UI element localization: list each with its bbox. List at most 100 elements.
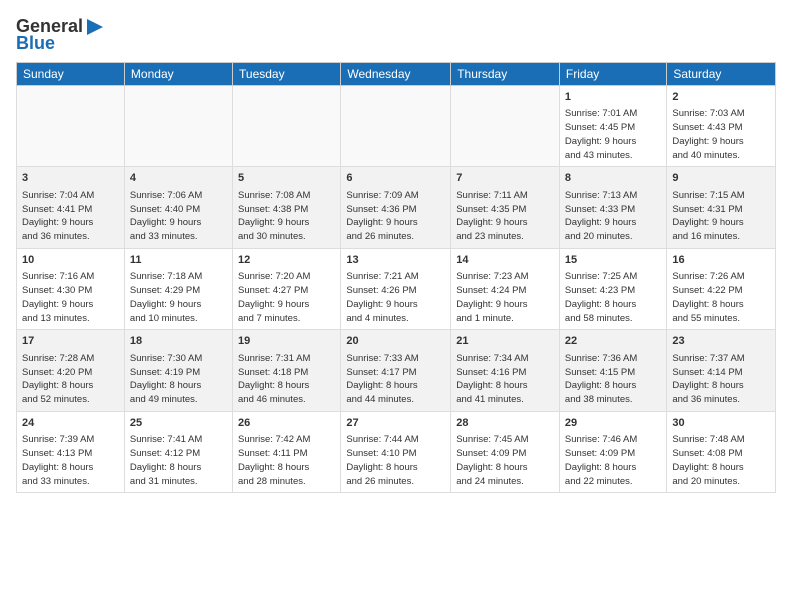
calendar-table: SundayMondayTuesdayWednesdayThursdayFrid…: [16, 62, 776, 493]
day-number: 19: [238, 334, 335, 349]
day-info: Sunrise: 7:16 AM Sunset: 4:30 PM Dayligh…: [22, 270, 119, 325]
weekday-saturday: Saturday: [667, 63, 776, 86]
day-cell: [341, 86, 451, 167]
weekday-sunday: Sunday: [17, 63, 125, 86]
day-cell: 28 Sunrise: 7:45 AM Sunset: 4:09 PM Dayli…: [451, 411, 560, 492]
day-info: Sunrise: 7:44 AM Sunset: 4:10 PM Dayligh…: [346, 433, 445, 488]
day-cell: 20Sunrise: 7:33 AM Sunset: 4:17 PM Dayli…: [341, 330, 451, 411]
day-number: 1: [565, 90, 661, 105]
day-cell: 14 Sunrise: 7:23 AM Sunset: 4:24 PM Dayli…: [451, 248, 560, 329]
day-cell: 3 Sunrise: 7:04 AM Sunset: 4:41 PM Daylig…: [17, 167, 125, 248]
weekday-tuesday: Tuesday: [233, 63, 341, 86]
day-cell: 15 Sunrise: 7:25 AM Sunset: 4:23 PM Dayli…: [559, 248, 666, 329]
logo-blue: Blue: [16, 33, 55, 54]
weekday-friday: Friday: [559, 63, 666, 86]
day-number: 4: [130, 171, 227, 186]
day-info: Sunrise: 7:01 AM Sunset: 4:45 PM Dayligh…: [565, 107, 661, 162]
day-info: Sunrise: 7:33 AM Sunset: 4:17 PM Dayligh…: [346, 352, 445, 407]
logo-arrow-icon: [85, 17, 105, 37]
day-cell: 25Sunrise: 7:41 AM Sunset: 4:12 PM Dayli…: [124, 411, 232, 492]
day-cell: 2Sunrise: 7:03 AM Sunset: 4:43 PM Daylig…: [667, 86, 776, 167]
day-cell: 29 Sunrise: 7:46 AM Sunset: 4:09 PM Dayli…: [559, 411, 666, 492]
week-row-4: 17 Sunrise: 7:28 AM Sunset: 4:20 PM Dayli…: [17, 330, 776, 411]
day-info: Sunrise: 7:28 AM Sunset: 4:20 PM Dayligh…: [22, 352, 119, 407]
day-cell: 24Sunrise: 7:39 AM Sunset: 4:13 PM Dayli…: [17, 411, 125, 492]
day-cell: [17, 86, 125, 167]
day-number: 5: [238, 171, 335, 186]
day-info: Sunrise: 7:03 AM Sunset: 4:43 PM Dayligh…: [672, 107, 770, 162]
day-info: Sunrise: 7:20 AM Sunset: 4:27 PM Dayligh…: [238, 270, 335, 325]
day-number: 21: [456, 334, 554, 349]
day-info: Sunrise: 7:21 AM Sunset: 4:26 PM Dayligh…: [346, 270, 445, 325]
day-number: 28: [456, 416, 554, 431]
day-number: 6: [346, 171, 445, 186]
day-cell: 19 Sunrise: 7:31 AM Sunset: 4:18 PM Dayli…: [233, 330, 341, 411]
day-info: Sunrise: 7:26 AM Sunset: 4:22 PM Dayligh…: [672, 270, 770, 325]
day-number: 16: [672, 253, 770, 268]
day-cell: 30 Sunrise: 7:48 AM Sunset: 4:08 PM Dayli…: [667, 411, 776, 492]
day-info: Sunrise: 7:34 AM Sunset: 4:16 PM Dayligh…: [456, 352, 554, 407]
day-number: 15: [565, 253, 661, 268]
day-number: 8: [565, 171, 661, 186]
day-number: 29: [565, 416, 661, 431]
day-cell: 23 Sunrise: 7:37 AM Sunset: 4:14 PM Dayli…: [667, 330, 776, 411]
day-cell: 8 Sunrise: 7:13 AM Sunset: 4:33 PM Daylig…: [559, 167, 666, 248]
day-cell: 21 Sunrise: 7:34 AM Sunset: 4:16 PM Dayli…: [451, 330, 560, 411]
day-cell: 12 Sunrise: 7:20 AM Sunset: 4:27 PM Dayli…: [233, 248, 341, 329]
day-info: Sunrise: 7:48 AM Sunset: 4:08 PM Dayligh…: [672, 433, 770, 488]
logo: General Blue: [16, 16, 105, 54]
week-row-1: 1 Sunrise: 7:01 AM Sunset: 4:45 PM Daylig…: [17, 86, 776, 167]
day-number: 27: [346, 416, 445, 431]
day-info: Sunrise: 7:30 AM Sunset: 4:19 PM Dayligh…: [130, 352, 227, 407]
day-info: Sunrise: 7:04 AM Sunset: 4:41 PM Dayligh…: [22, 189, 119, 244]
day-info: Sunrise: 7:45 AM Sunset: 4:09 PM Dayligh…: [456, 433, 554, 488]
day-info: Sunrise: 7:42 AM Sunset: 4:11 PM Dayligh…: [238, 433, 335, 488]
week-row-2: 3 Sunrise: 7:04 AM Sunset: 4:41 PM Daylig…: [17, 167, 776, 248]
day-number: 10: [22, 253, 119, 268]
day-cell: 10 Sunrise: 7:16 AM Sunset: 4:30 PM Dayli…: [17, 248, 125, 329]
day-number: 30: [672, 416, 770, 431]
day-cell: 16 Sunrise: 7:26 AM Sunset: 4:22 PM Dayli…: [667, 248, 776, 329]
day-cell: 7Sunrise: 7:11 AM Sunset: 4:35 PM Daylig…: [451, 167, 560, 248]
day-cell: 17 Sunrise: 7:28 AM Sunset: 4:20 PM Dayli…: [17, 330, 125, 411]
day-number: 17: [22, 334, 119, 349]
day-cell: 27 Sunrise: 7:44 AM Sunset: 4:10 PM Dayli…: [341, 411, 451, 492]
weekday-thursday: Thursday: [451, 63, 560, 86]
day-cell: 11Sunrise: 7:18 AM Sunset: 4:29 PM Dayli…: [124, 248, 232, 329]
weekday-wednesday: Wednesday: [341, 63, 451, 86]
page: General Blue SundayMondayTuesdayWednesda…: [0, 0, 792, 612]
day-cell: 18Sunrise: 7:30 AM Sunset: 4:19 PM Dayli…: [124, 330, 232, 411]
day-info: Sunrise: 7:37 AM Sunset: 4:14 PM Dayligh…: [672, 352, 770, 407]
weekday-header-row: SundayMondayTuesdayWednesdayThursdayFrid…: [17, 63, 776, 86]
day-info: Sunrise: 7:13 AM Sunset: 4:33 PM Dayligh…: [565, 189, 661, 244]
day-cell: 13 Sunrise: 7:21 AM Sunset: 4:26 PM Dayli…: [341, 248, 451, 329]
day-cell: 6 Sunrise: 7:09 AM Sunset: 4:36 PM Daylig…: [341, 167, 451, 248]
day-info: Sunrise: 7:09 AM Sunset: 4:36 PM Dayligh…: [346, 189, 445, 244]
day-info: Sunrise: 7:31 AM Sunset: 4:18 PM Dayligh…: [238, 352, 335, 407]
day-info: Sunrise: 7:39 AM Sunset: 4:13 PM Dayligh…: [22, 433, 119, 488]
day-number: 12: [238, 253, 335, 268]
day-info: Sunrise: 7:25 AM Sunset: 4:23 PM Dayligh…: [565, 270, 661, 325]
day-number: 14: [456, 253, 554, 268]
logo-block: General Blue: [16, 16, 105, 54]
day-info: Sunrise: 7:06 AM Sunset: 4:40 PM Dayligh…: [130, 189, 227, 244]
day-number: 7: [456, 171, 554, 186]
day-info: Sunrise: 7:36 AM Sunset: 4:15 PM Dayligh…: [565, 352, 661, 407]
day-info: Sunrise: 7:18 AM Sunset: 4:29 PM Dayligh…: [130, 270, 227, 325]
day-number: 22: [565, 334, 661, 349]
day-cell: 9Sunrise: 7:15 AM Sunset: 4:31 PM Daylig…: [667, 167, 776, 248]
day-info: Sunrise: 7:23 AM Sunset: 4:24 PM Dayligh…: [456, 270, 554, 325]
calendar-body: 1 Sunrise: 7:01 AM Sunset: 4:45 PM Daylig…: [17, 86, 776, 493]
day-cell: 22 Sunrise: 7:36 AM Sunset: 4:15 PM Dayli…: [559, 330, 666, 411]
day-cell: [451, 86, 560, 167]
day-cell: [124, 86, 232, 167]
day-number: 23: [672, 334, 770, 349]
day-number: 13: [346, 253, 445, 268]
week-row-3: 10 Sunrise: 7:16 AM Sunset: 4:30 PM Dayli…: [17, 248, 776, 329]
day-number: 3: [22, 171, 119, 186]
day-number: 25: [130, 416, 227, 431]
day-info: Sunrise: 7:46 AM Sunset: 4:09 PM Dayligh…: [565, 433, 661, 488]
weekday-monday: Monday: [124, 63, 232, 86]
day-cell: 1 Sunrise: 7:01 AM Sunset: 4:45 PM Daylig…: [559, 86, 666, 167]
header: General Blue: [16, 16, 776, 54]
